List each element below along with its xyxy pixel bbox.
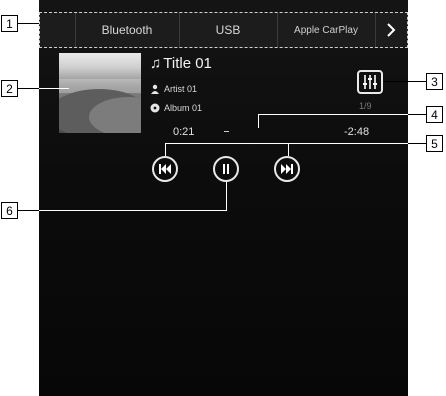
callout-3: 3 [426, 73, 443, 90]
pause-icon [223, 164, 229, 174]
tab-usb[interactable]: USB [179, 13, 278, 47]
callout-4: 4 [426, 106, 443, 123]
callout-6-leader-inner [39, 210, 227, 211]
callout-5-bracket-right [288, 143, 289, 156]
album-row: Album 01 [150, 103, 202, 113]
callout-4-leader-vertical [258, 114, 259, 128]
previous-track-button[interactable] [152, 156, 178, 182]
tab-label-bluetooth: Bluetooth [101, 23, 153, 37]
source-tab-bar: Bluetooth USB Apple CarPlay [39, 12, 408, 48]
callout-6-leader [18, 210, 39, 211]
callout-2-leader [18, 88, 39, 89]
equalizer-icon [363, 75, 377, 89]
callout-6-leader-vertical [226, 182, 227, 210]
callout-1: 1 [1, 15, 18, 32]
disc-icon [150, 103, 160, 113]
callout-2-leader-inner [39, 88, 69, 89]
tab-apple-carplay[interactable]: Apple CarPlay [277, 13, 376, 47]
callout-2: 2 [1, 80, 18, 97]
callout-5: 5 [426, 135, 443, 152]
next-track-icon [281, 164, 293, 174]
track-index: 1/9 [359, 101, 372, 111]
pause-button[interactable] [213, 156, 239, 182]
track-title-text: Title 01 [163, 55, 212, 72]
music-note-icon: ♫ [150, 55, 162, 72]
remaining-time: -2:48 [344, 126, 370, 138]
tab-bluetooth[interactable]: Bluetooth [75, 13, 180, 47]
chevron-right-icon[interactable] [375, 13, 407, 47]
artist-name: Artist 01 [164, 84, 198, 94]
callout-3-leader [384, 81, 426, 82]
elapsed-time: 0:21 [173, 126, 195, 138]
callout-5-bracket-left [165, 143, 166, 156]
track-title: ♫ Title 01 [150, 55, 212, 72]
artist-row: Artist 01 [150, 84, 197, 94]
tab-label-usb: USB [215, 23, 241, 37]
callout-5-leader [408, 143, 426, 144]
sound-settings-button[interactable] [357, 70, 383, 94]
tab-blank [40, 13, 76, 47]
album-name: Album 01 [164, 103, 203, 113]
callout-6: 6 [1, 202, 18, 219]
previous-track-icon [159, 164, 171, 174]
callout-5-leader-inner [165, 143, 408, 144]
tab-label-apple-carplay: Apple CarPlay [294, 24, 358, 36]
callout-4-leader [408, 114, 426, 115]
person-icon [151, 84, 159, 94]
album-art [59, 53, 141, 133]
callout-1-leader [18, 23, 39, 24]
progress-bar[interactable] [224, 131, 229, 132]
next-track-button[interactable] [274, 156, 300, 182]
callout-4-leader-inner [258, 114, 408, 115]
